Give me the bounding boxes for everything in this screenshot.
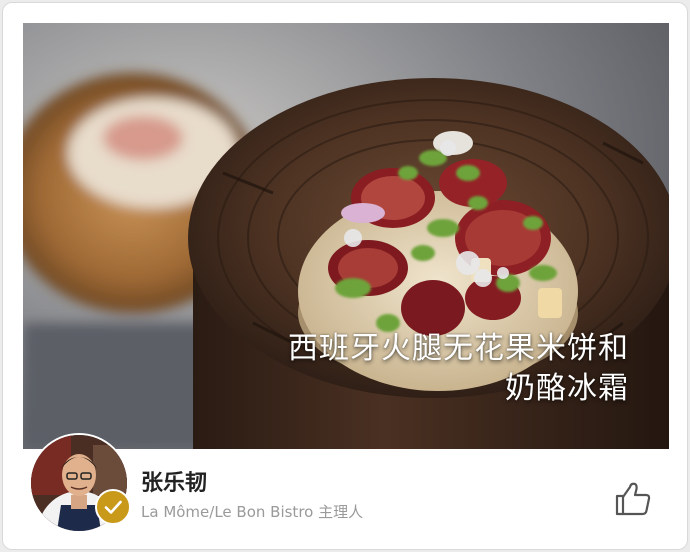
verified-badge — [95, 489, 131, 525]
dish-title-line1: 西班牙火腿无花果米饼和 — [288, 331, 629, 366]
check-badge-icon — [104, 500, 122, 514]
like-button[interactable] — [613, 479, 653, 519]
thumbs-up-icon — [615, 482, 651, 516]
author-bar: 张乐韧 La Môme/Le Bon Bistro 主理人 — [23, 433, 669, 549]
post-card[interactable]: 西班牙火腿无花果米饼和 奶酪冰霜 张乐韧 La Môme/Le Bon Bist… — [2, 2, 688, 550]
dish-photo[interactable]: 西班牙火腿无花果米饼和 奶酪冰霜 — [23, 23, 669, 449]
author-role: La Môme/Le Bon Bistro 主理人 — [141, 503, 364, 521]
author-name[interactable]: 张乐韧 — [141, 465, 207, 497]
dish-title: 西班牙火腿无花果米饼和 奶酪冰霜 — [209, 329, 629, 409]
dish-title-line2: 奶酪冰霜 — [505, 371, 629, 406]
